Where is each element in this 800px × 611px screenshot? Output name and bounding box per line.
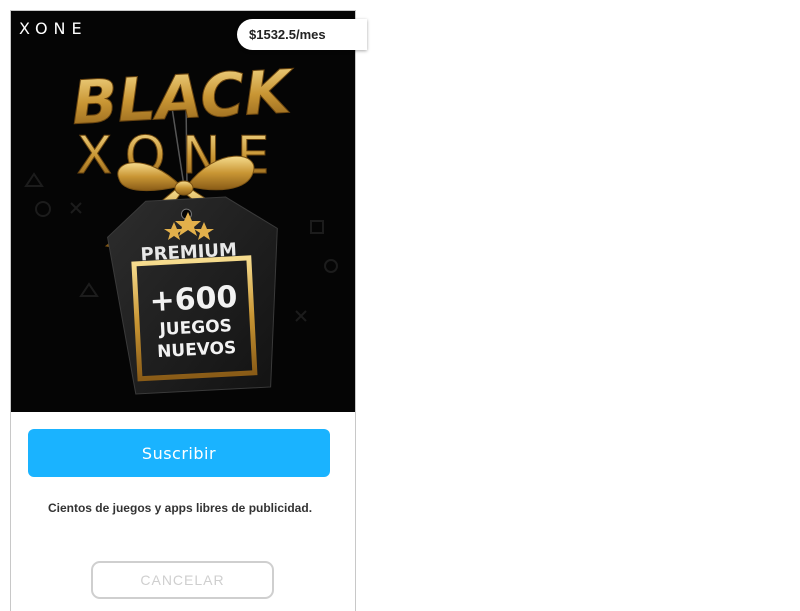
- promo-banner: BLACK XONE PREMIUM +600 JUEGOS NUEVOS XO…: [11, 11, 355, 412]
- banner-title-xone: XONE: [77, 126, 286, 186]
- price-badge: $1532.5/mes: [237, 19, 367, 50]
- offer-description: Cientos de juegos y apps libres de publi…: [47, 501, 313, 515]
- subscription-card: BLACK XONE PREMIUM +600 JUEGOS NUEVOS XO…: [10, 10, 356, 611]
- tag-count: +600: [149, 280, 238, 320]
- subscribe-button[interactable]: Suscribir: [28, 429, 330, 477]
- tag-line-nuevos: NUEVOS: [157, 338, 237, 362]
- cancel-button[interactable]: CANCELAR: [91, 561, 274, 599]
- tag-line-juegos: JUEGOS: [158, 316, 232, 340]
- brand-logo: XONE: [19, 19, 88, 38]
